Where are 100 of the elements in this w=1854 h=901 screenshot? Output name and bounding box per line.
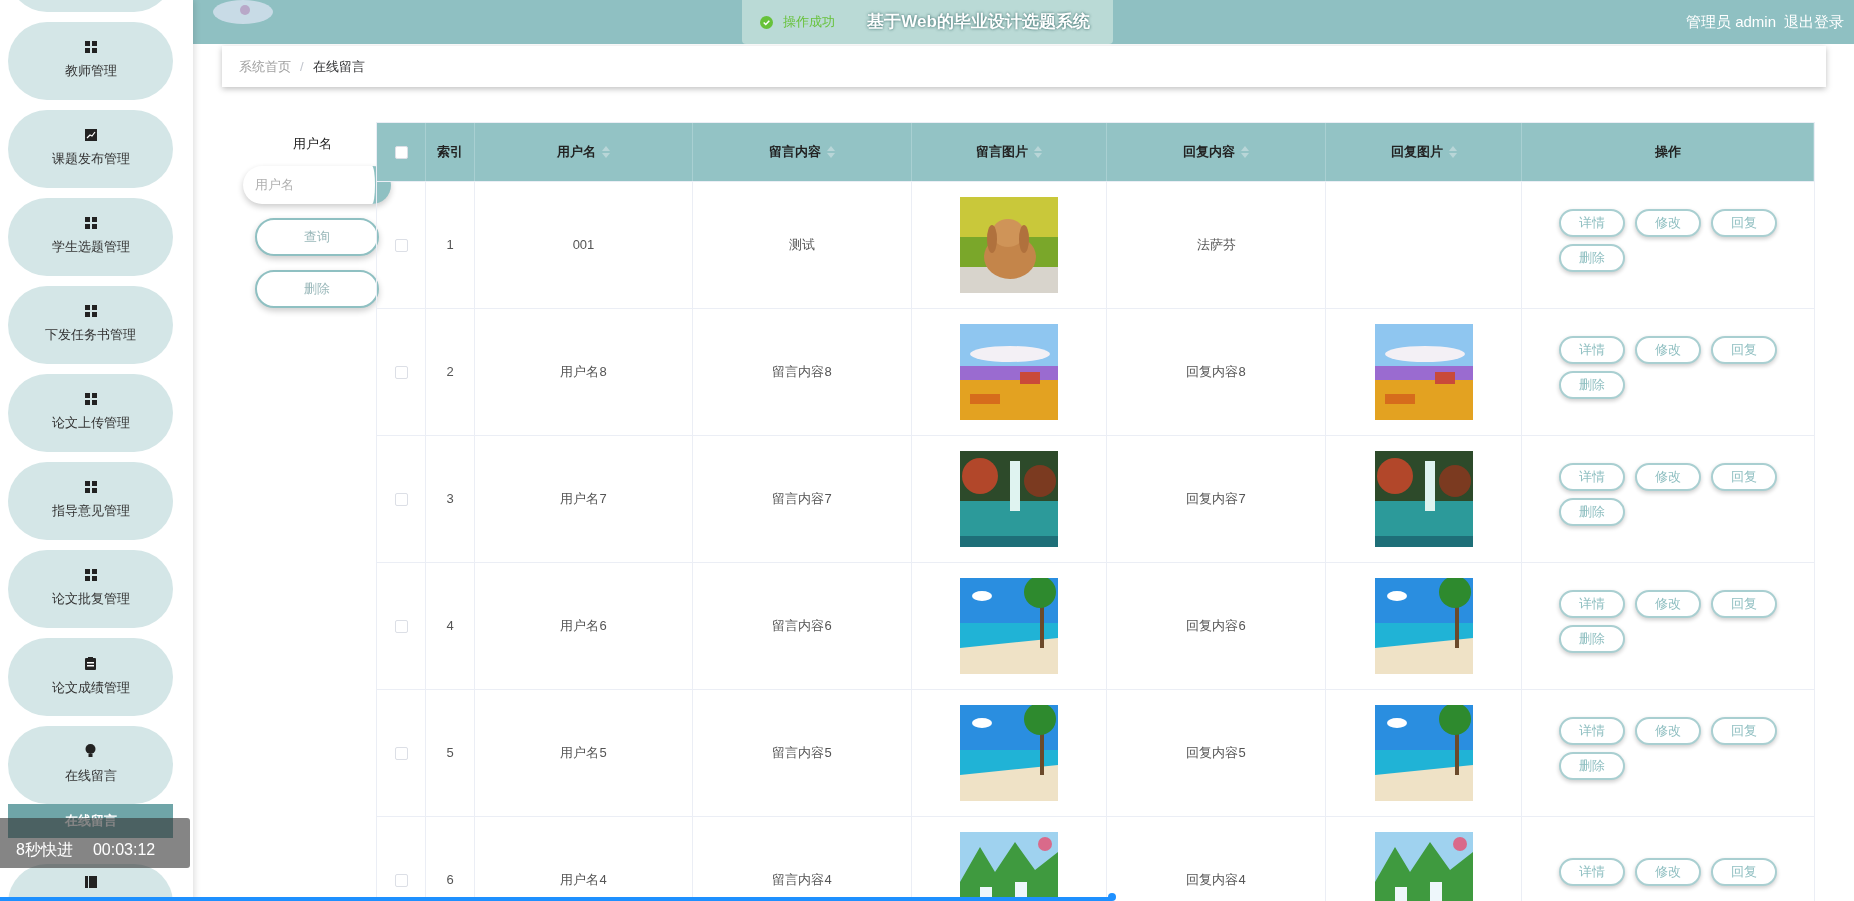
table-cell-text: 留言内容8 xyxy=(772,363,832,382)
row-checkbox[interactable] xyxy=(394,619,408,633)
row-checkbox[interactable] xyxy=(394,746,408,760)
action-button[interactable]: 删除 xyxy=(1559,497,1625,526)
sidebar-item[interactable]: 下发任务书管理 xyxy=(8,286,173,364)
row-checkbox[interactable] xyxy=(394,873,408,887)
table-cell-text: 回复内容5 xyxy=(1186,744,1246,763)
action-button[interactable]: 回复 xyxy=(1711,589,1777,618)
toast-message: 操作成功 xyxy=(783,13,835,32)
sidebar-item[interactable]: 在线留言 xyxy=(8,726,173,804)
row-checkbox[interactable] xyxy=(394,238,408,252)
logout-link[interactable]: 退出登录 xyxy=(1784,10,1844,34)
table-cell-text: 1 xyxy=(446,236,454,255)
overlay-text: 8秒快进 xyxy=(16,840,73,860)
action-button[interactable]: 修改 xyxy=(1635,857,1701,886)
row-checkbox[interactable] xyxy=(394,365,408,379)
select-all-checkbox[interactable] xyxy=(394,145,408,159)
action-button[interactable]: 修改 xyxy=(1635,208,1701,237)
table-cell-text: 3 xyxy=(446,490,454,509)
action-button[interactable]: 回复 xyxy=(1711,208,1777,237)
sort-icon[interactable] xyxy=(1241,146,1249,158)
action-button[interactable]: 修改 xyxy=(1635,462,1701,491)
action-button[interactable]: 删除 xyxy=(1559,624,1625,653)
action-button[interactable]: 修改 xyxy=(1635,716,1701,745)
grid-icon xyxy=(84,217,97,230)
sidebar-item[interactable]: 论文成绩管理 xyxy=(8,638,173,716)
table-cell-text: 6 xyxy=(446,871,454,890)
action-button[interactable]: 回复 xyxy=(1711,716,1777,745)
table-cell-text: 留言内容4 xyxy=(772,871,832,890)
sort-icon[interactable] xyxy=(827,146,835,158)
action-button[interactable]: 详情 xyxy=(1559,589,1625,618)
table-cell-text: 2 xyxy=(446,363,454,382)
table-cell-text: 回复内容6 xyxy=(1186,617,1246,636)
column-header: 回复图片 xyxy=(1326,123,1522,181)
table-cell-text: 测试 xyxy=(789,236,815,255)
progress-thumb[interactable] xyxy=(1108,893,1117,901)
table-cell-text: 001 xyxy=(572,236,595,255)
action-button[interactable]: 删除 xyxy=(1559,751,1625,780)
table-cell-text: 回复内容4 xyxy=(1186,871,1246,890)
sidebar-item[interactable]: 指导意见管理 xyxy=(8,462,173,540)
book-icon xyxy=(84,876,97,888)
action-button[interactable]: 详情 xyxy=(1559,857,1625,886)
column-header: 用户名 xyxy=(475,123,693,181)
grid-icon xyxy=(84,393,97,406)
table-cell-text: 用户名7 xyxy=(560,490,607,509)
table-cell-text: 回复内容7 xyxy=(1186,490,1246,509)
breadcrumb-link[interactable]: 系统首页 xyxy=(239,56,291,77)
action-button[interactable]: 回复 xyxy=(1711,335,1777,364)
sort-icon[interactable] xyxy=(1448,146,1457,158)
action-button[interactable]: 回复 xyxy=(1711,462,1777,491)
sidebar-item[interactable]: 论文批复管理 xyxy=(8,550,173,628)
table-cell-text: 用户名4 xyxy=(560,871,607,890)
action-button[interactable]: 详情 xyxy=(1559,716,1625,745)
grid-icon xyxy=(84,481,97,494)
action-button[interactable]: 详情 xyxy=(1559,462,1625,491)
action-button[interactable]: 回复 xyxy=(1711,857,1777,886)
column-header: 操作 xyxy=(1522,123,1814,181)
grid-icon xyxy=(84,41,97,54)
breadcrumb-link[interactable]: 在线留言 xyxy=(312,56,365,77)
table-cell-text: 用户名5 xyxy=(560,744,607,763)
app-title: 基于Web的毕业设计选题系统 xyxy=(867,11,1090,34)
flower-icon xyxy=(213,0,273,24)
action-button[interactable]: 修改 xyxy=(1635,589,1701,618)
column-header: 留言内容 xyxy=(693,123,912,181)
table-cell-text: 回复内容8 xyxy=(1186,363,1246,382)
table-cell-text: 法萨芬 xyxy=(1196,236,1236,255)
table-cell-text: 留言内容7 xyxy=(772,490,832,509)
action-button[interactable]: 修改 xyxy=(1635,335,1701,364)
sidebar-item[interactable]: 论文上传管理 xyxy=(8,374,173,452)
chart-icon xyxy=(84,129,97,142)
sort-icon[interactable] xyxy=(1034,146,1042,158)
field-label: 用户名 xyxy=(293,135,332,153)
delete-button[interactable]: 删除 xyxy=(254,269,379,308)
sort-icon[interactable] xyxy=(602,146,610,158)
username-field[interactable]: 用户名 xyxy=(242,165,391,204)
sidebar-item[interactable]: 教师管理 xyxy=(8,22,173,100)
check-icon xyxy=(760,15,773,29)
breadcrumb-separator: / xyxy=(300,57,304,76)
table-cell-text: 5 xyxy=(446,744,454,763)
column-header: 索引 xyxy=(426,123,475,181)
grid-icon xyxy=(84,305,97,318)
table-cell-text: 留言内容6 xyxy=(772,617,832,636)
row-checkbox[interactable] xyxy=(394,492,408,506)
table-cell-text: 用户名8 xyxy=(560,363,607,382)
column-header: 留言图片 xyxy=(912,123,1107,181)
clipboard-icon xyxy=(85,656,96,670)
action-button[interactable]: 详情 xyxy=(1559,335,1625,364)
submenu-item[interactable]: 在线留言 xyxy=(8,804,173,838)
column-header: 回复内容 xyxy=(1107,123,1326,181)
table-cell-text: 留言内容5 xyxy=(772,744,832,763)
overlay-time: 00:03:12 xyxy=(92,840,156,860)
action-button[interactable]: 删除 xyxy=(1559,243,1625,272)
sidebar-item[interactable]: 学生选题管理 xyxy=(8,198,173,276)
sidebar-item[interactable]: 课题发布管理 xyxy=(8,110,173,188)
table-cell-text: 用户名6 xyxy=(560,617,607,636)
user-label: 管理员 admin xyxy=(1685,11,1776,32)
action-button[interactable]: 删除 xyxy=(1559,370,1625,399)
grid-icon xyxy=(84,569,97,582)
action-button[interactable]: 详情 xyxy=(1559,208,1625,237)
search-button[interactable]: 查询 xyxy=(254,217,379,256)
